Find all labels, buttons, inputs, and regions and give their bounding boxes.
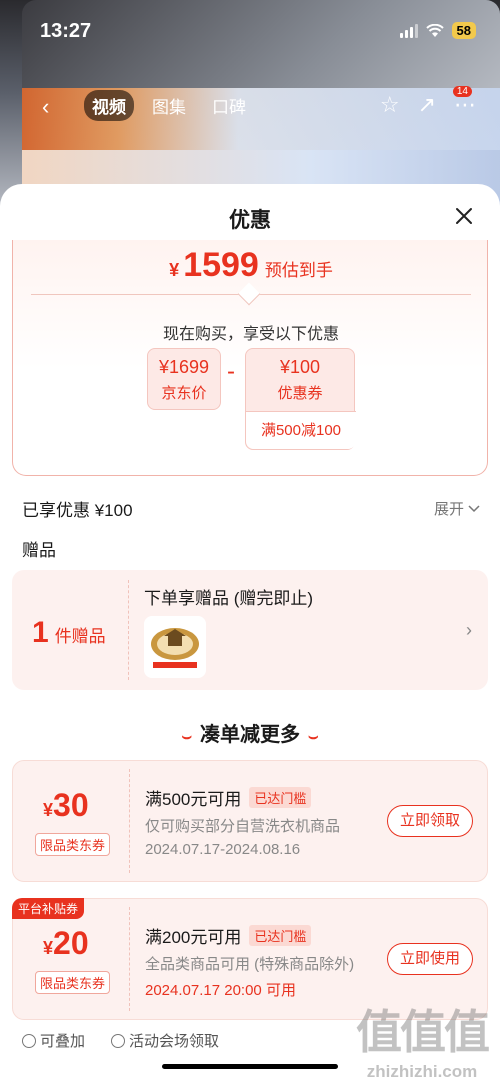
venue-text: 活动会场领取 (129, 1033, 220, 1050)
media-tabs: 视频 图集 口碑 (84, 90, 254, 121)
final-label: 预估到手 (264, 261, 333, 280)
coupon-value: 30 (53, 787, 89, 823)
sheet-title: 优惠 (229, 209, 271, 232)
favorite-icon[interactable]: ☆ (380, 92, 400, 118)
coupon-label: 优惠券 (277, 385, 323, 402)
venue-note: 活动会场领取 (111, 1030, 219, 1051)
expand-label: 展开 (433, 501, 464, 518)
status-icons: 58 (399, 22, 476, 39)
signal-icon (399, 23, 418, 38)
coupon-card: ¥30 限品类东券 满500元可用 已达门槛 仅可购买部分自营洗衣机商品 202… (12, 760, 488, 882)
venue-icon (111, 1034, 126, 1048)
final-price: ¥1599 预估到手 (13, 246, 489, 285)
gift-thumbnail (144, 616, 206, 678)
gift-title: 下单享赠品 (赠完即止) (144, 589, 314, 608)
tab-gallery[interactable]: 图集 (144, 90, 194, 121)
minus-sign: - (227, 358, 235, 385)
gift-count: 1 件赠品 (32, 616, 106, 650)
coupon-price-box: ¥100 优惠券 满500减100 (245, 348, 356, 450)
coupon-amount: ¥30 (43, 787, 89, 824)
jd-price-label: 京东价 (161, 385, 207, 402)
price-breakdown-card: ¥1599 预估到手 现在购买，享受以下优惠 ¥1699 京东价 - ¥100 优… (12, 240, 488, 476)
status-bar: 13:27 58 (0, 0, 500, 62)
stack-icon (22, 1034, 36, 1048)
tab-reviews[interactable]: 口碑 (204, 90, 254, 121)
gift-separator (128, 580, 129, 680)
currency-symbol: ¥ (169, 260, 180, 280)
wifi-icon (425, 23, 444, 37)
jd-price-value: ¥1699 (158, 357, 210, 377)
coupon-type: 限品类东券 (35, 971, 111, 994)
more-title-text: 凑单减更多 (200, 724, 300, 746)
expand-button[interactable]: 展开 (434, 498, 480, 519)
use-coupon-button[interactable]: 立即使用 (387, 943, 473, 975)
buy-now-text: 现在购买，享受以下优惠 (162, 326, 339, 343)
divider-notch (237, 282, 261, 306)
battery-icon: 58 (451, 22, 476, 39)
enjoyed-discount: 已享优惠 ¥100 (22, 501, 133, 520)
watermark-url: zhizhizhi.com (366, 1062, 478, 1081)
coupon-condition: 满500减100 (246, 411, 356, 449)
platform-subsidy-tag: 平台补贴券 (12, 898, 85, 919)
coupon-value: 20 (53, 925, 89, 961)
coupon-date: 2024.07.17-2024.08.16 (145, 841, 301, 858)
coupon-condition-text: 满200元可用 (145, 928, 242, 947)
gift-badge-icon (151, 628, 199, 668)
close-icon[interactable] (452, 204, 476, 228)
watermark-logo: 值值值 (356, 1006, 490, 1058)
stackable-note: 可叠加 (22, 1030, 85, 1051)
coupon-amount: ¥20 (43, 925, 89, 962)
coupon-separator (129, 907, 130, 1011)
site-watermark: 值值值 zhizhizhi.com (356, 996, 490, 1082)
discount-sheet: 优惠 ¥1599 预估到手 现在购买，享受以下优惠 ¥1699 京东价 - ¥10… (0, 184, 500, 1082)
footer-notes: 可叠加 活动会场领取 (22, 1030, 219, 1051)
gift-count-unit: 件赠品 (54, 627, 106, 646)
share-icon[interactable]: ↗ (418, 92, 436, 118)
coupon-condition: 满200元可用 已达门槛 (145, 923, 312, 948)
coupon-scope: 全品类商品可用 (特殊商品除外) (145, 956, 355, 973)
home-indicator (162, 1064, 338, 1069)
cart-badge: 14 (452, 86, 472, 97)
chevron-right-icon: › (466, 620, 472, 640)
gift-card[interactable]: 1 件赠品 下单享赠品 (赠完即止) › (12, 570, 488, 690)
final-amount: 1599 (183, 246, 259, 284)
back-icon[interactable]: ‹ (42, 94, 64, 119)
deco-right-icon: ⌣ (308, 728, 319, 745)
coupon-condition: 满500元可用 已达门槛 (145, 785, 312, 810)
stackable-text: 可叠加 (40, 1033, 86, 1050)
claim-coupon-button[interactable]: 立即领取 (387, 805, 473, 837)
coupon-currency: ¥ (43, 800, 54, 820)
tab-video[interactable]: 视频 (84, 90, 134, 121)
threshold-met-badge: 已达门槛 (249, 787, 312, 808)
chevron-down-icon (468, 504, 480, 512)
coupon-value: ¥100 (279, 357, 321, 377)
coupon-separator (129, 769, 130, 873)
gift-count-number: 1 (32, 616, 49, 649)
status-time: 13:27 (40, 20, 92, 42)
threshold-met-badge: 已达门槛 (249, 925, 312, 946)
deco-left-icon: ⌣ (181, 728, 192, 745)
more-discounts-title: ⌣ 凑单减更多 ⌣ (0, 718, 500, 747)
coupon-currency: ¥ (43, 938, 54, 958)
gifts-title: 赠品 (22, 541, 56, 560)
coupon-condition-text: 满500元可用 (145, 790, 242, 809)
coupon-date: 2024.07.17 20:00 可用 (145, 982, 296, 999)
coupon-scope: 仅可购买部分自营洗衣机商品 (145, 818, 341, 835)
jd-price-box: ¥1699 京东价 (147, 348, 221, 410)
coupon-type: 限品类东券 (35, 833, 111, 856)
